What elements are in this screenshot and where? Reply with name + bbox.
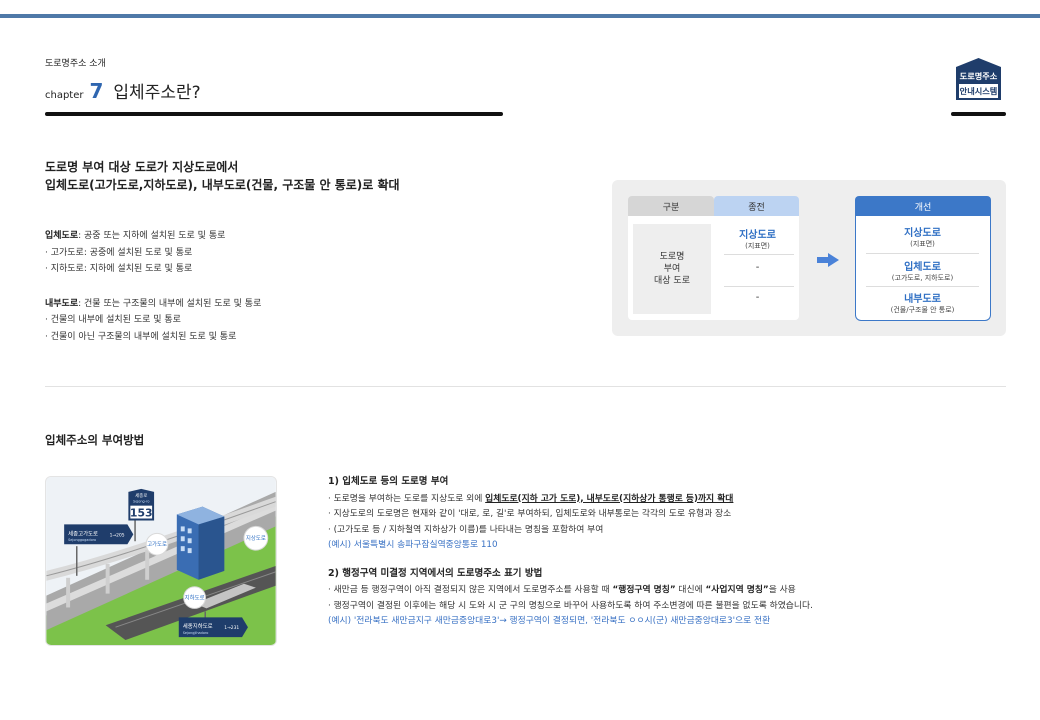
intro-line-2: 입체도로(고가도로,지하도로), 내부도로(건물, 구조물 안 통로)로 확대 bbox=[45, 178, 400, 192]
bubble-goga-label: 고가도로 bbox=[147, 540, 167, 548]
new-item-jisang: 지상도로 (지표면) bbox=[856, 224, 989, 249]
method-2-text: 을 사용 bbox=[768, 585, 796, 595]
method-2-title: 2) 행정구역 미결정 지역에서의 도로명주소 표기 방법 bbox=[328, 567, 543, 579]
new-sub: (지표면) bbox=[910, 240, 935, 248]
title-underline bbox=[45, 112, 503, 116]
new-item-ipche: 입체도로 (고가도로, 지하도로) bbox=[856, 258, 989, 283]
prev-dash-1: - bbox=[755, 262, 760, 273]
def-ipche-item: · 고가도로: 공중에 설치된 도로 및 통로 bbox=[45, 247, 193, 258]
sign-elevated-name: 세종고가도로 bbox=[68, 529, 98, 537]
def-naebu-item: · 건물이 아닌 구조물의 내부에 설치된 도로 및 통로 bbox=[45, 331, 237, 342]
gubun-line: 대상 도로 bbox=[654, 276, 690, 286]
new-item-naebu: 내부도로 (건물/구조물 안 통로) bbox=[856, 290, 989, 315]
def-naebu-term: 내부도로 bbox=[45, 298, 79, 309]
method-2-example: (예시) '전라북도 새만금지구 새만금중앙대로3'→ 행정구역이 결정되면, … bbox=[328, 616, 771, 626]
logo-line2: 안내시스템 bbox=[960, 86, 998, 96]
method-2-bold: “사업지역 명칭” bbox=[705, 585, 769, 595]
chapter-label: chapter bbox=[45, 90, 84, 101]
method-1-example: (예시) 서울특별시 송파구잠실역중앙통로 110 bbox=[328, 540, 498, 550]
sign-elevated-roman: Sejonggogadoro bbox=[68, 538, 96, 542]
prev-dash-2: - bbox=[755, 292, 760, 303]
def-naebu-item: · 건물의 내부에 설치된 도로 및 통로 bbox=[45, 315, 181, 325]
gubun-line: 부여 bbox=[663, 264, 681, 274]
logo-underline bbox=[951, 112, 1006, 116]
col-header-new: 개선 bbox=[855, 196, 991, 216]
bubble-jiha-label: 지하도로 bbox=[185, 594, 205, 602]
new-main: 내부도로 bbox=[904, 294, 941, 305]
intro-heading: 도로명 부여 대상 도로가 지상도로에서 입체도로(고가도로,지하도로), 내부… bbox=[45, 158, 400, 194]
method-1-line1-emphasis: 입체도로(지하 고가 도로), 내부도로(지하상가 통행로 등)까지 확대 bbox=[485, 493, 734, 504]
sign-top-name: 세종로 bbox=[135, 492, 147, 499]
method-2-line: · 행정구역이 결정된 이후에는 해당 시 도와 시 군 구의 명칭으로 바꾸어… bbox=[328, 600, 813, 611]
prev-item-jisang: 지상도로 (지표면) bbox=[716, 226, 799, 251]
col-header-gubun: 구분 bbox=[628, 196, 714, 216]
definitions: 입체도로: 공중 또는 지하에 설치된 도로 및 통로 · 고가도로: 공중에 … bbox=[45, 228, 261, 345]
sign-underground-name: 세종지하도로 bbox=[183, 622, 213, 630]
prev-column: 지상도로 (지표면) - - bbox=[716, 216, 799, 320]
prev-main: 지상도로 bbox=[739, 230, 776, 241]
top-bar bbox=[0, 14, 1040, 18]
new-sub: (건물/구조물 안 통로) bbox=[890, 306, 955, 314]
breadcrumb: 도로명주소 소개 bbox=[45, 59, 106, 69]
method-2-line: · 새만금 등 행정구역이 아직 결정되지 않은 지역에서 도로명주소를 사용할… bbox=[328, 583, 928, 599]
method-2-text: 대신에 bbox=[675, 585, 706, 595]
def-naebu: 내부도로: 건물 또는 구조물의 내부에 설치된 도로 및 통로 bbox=[45, 296, 261, 313]
gubun-line: 도로명 bbox=[659, 252, 685, 262]
method-2-text: · 새만금 등 행정구역이 아직 결정되지 않은 지역에서 도로명주소를 사용할… bbox=[328, 585, 613, 595]
sign-top-number: 153 bbox=[130, 507, 153, 520]
site-logo[interactable]: 도로명주소 안내시스템 bbox=[952, 57, 1005, 101]
sign-underground-number: 1→231 bbox=[224, 625, 239, 631]
sign-underground-roman: Sejongjihadoro bbox=[183, 631, 209, 635]
intro-line-1: 도로명 부여 대상 도로가 지상도로에서 bbox=[45, 160, 239, 174]
col-header-prev: 종전 bbox=[714, 196, 799, 216]
method-1-line: · 지상도로의 도로명은 현재와 같이 '대로, 로, 길'로 부여하되, 입체… bbox=[328, 509, 732, 519]
prev-panel: 도로명 부여 대상 도로 지상도로 (지표면) - - bbox=[628, 216, 799, 320]
method-1-title: 1) 입체도로 등의 도로명 부여 bbox=[328, 476, 449, 487]
logo-line1: 도로명주소 bbox=[960, 71, 998, 81]
prev-sub: (지표면) bbox=[745, 242, 770, 250]
bubble-jisang-label: 지상도로 bbox=[246, 534, 266, 542]
def-ipche-term: 입체도로 bbox=[45, 231, 79, 241]
arrow-right-icon bbox=[817, 253, 839, 267]
new-main: 지상도로 bbox=[904, 228, 941, 239]
method-1-line1-text: · 도로명을 부여하는 도로를 지상도로 외에 bbox=[328, 493, 486, 504]
method-2-bold: “행정구역 명칭” bbox=[612, 585, 676, 595]
sign-top-roman: Sejong-ro bbox=[133, 500, 149, 504]
method-1-line: · 도로명을 부여하는 도로를 지상도로 외에 입체도로(지하 고가 도로), … bbox=[328, 492, 928, 508]
section-divider bbox=[45, 386, 1006, 387]
new-sub: (고가도로, 지하도로) bbox=[891, 274, 954, 282]
gubun-cell: 도로명 부여 대상 도로 bbox=[633, 224, 711, 314]
3d-road-illustration: 고가도로 지상도로 지하도로 세종로 Sejong-ro 153 세종고가도로 … bbox=[45, 476, 277, 646]
comparison-table: 구분 종전 개선 도로명 부여 대상 도로 지상도로 (지표면) - - 지상도… bbox=[612, 180, 1006, 336]
def-ipche: 입체도로: 공중 또는 지하에 설치된 도로 및 통로 bbox=[45, 228, 261, 245]
section-title: 입체주소의 부여방법 bbox=[45, 433, 145, 447]
method-1-line: · (고가도로 등 / 지하철역 지하상가 이름)를 나타내는 명칭을 포함하여… bbox=[328, 524, 604, 535]
sign-elevated-number: 1→205 bbox=[110, 532, 125, 538]
page-title: 입체주소란? bbox=[113, 83, 201, 103]
def-ipche-desc: : 공중 또는 지하에 설치된 도로 및 통로 bbox=[78, 231, 226, 241]
def-naebu-desc: : 건물 또는 구조물의 내부에 설치된 도로 및 통로 bbox=[78, 298, 262, 309]
new-panel: 지상도로 (지표면) 입체도로 (고가도로, 지하도로) 내부도로 (건물/구조… bbox=[855, 216, 991, 321]
chapter-heading: chapter 7 입체주소란? bbox=[45, 78, 201, 103]
def-ipche-item: · 지하도로: 지하에 설치된 도로 및 통로 bbox=[45, 264, 193, 274]
new-main: 입체도로 bbox=[904, 262, 941, 273]
chapter-number: 7 bbox=[89, 79, 104, 103]
methods-text: 1) 입체도로 등의 도로명 부여 · 도로명을 부여하는 도로를 지상도로 외… bbox=[328, 474, 928, 630]
